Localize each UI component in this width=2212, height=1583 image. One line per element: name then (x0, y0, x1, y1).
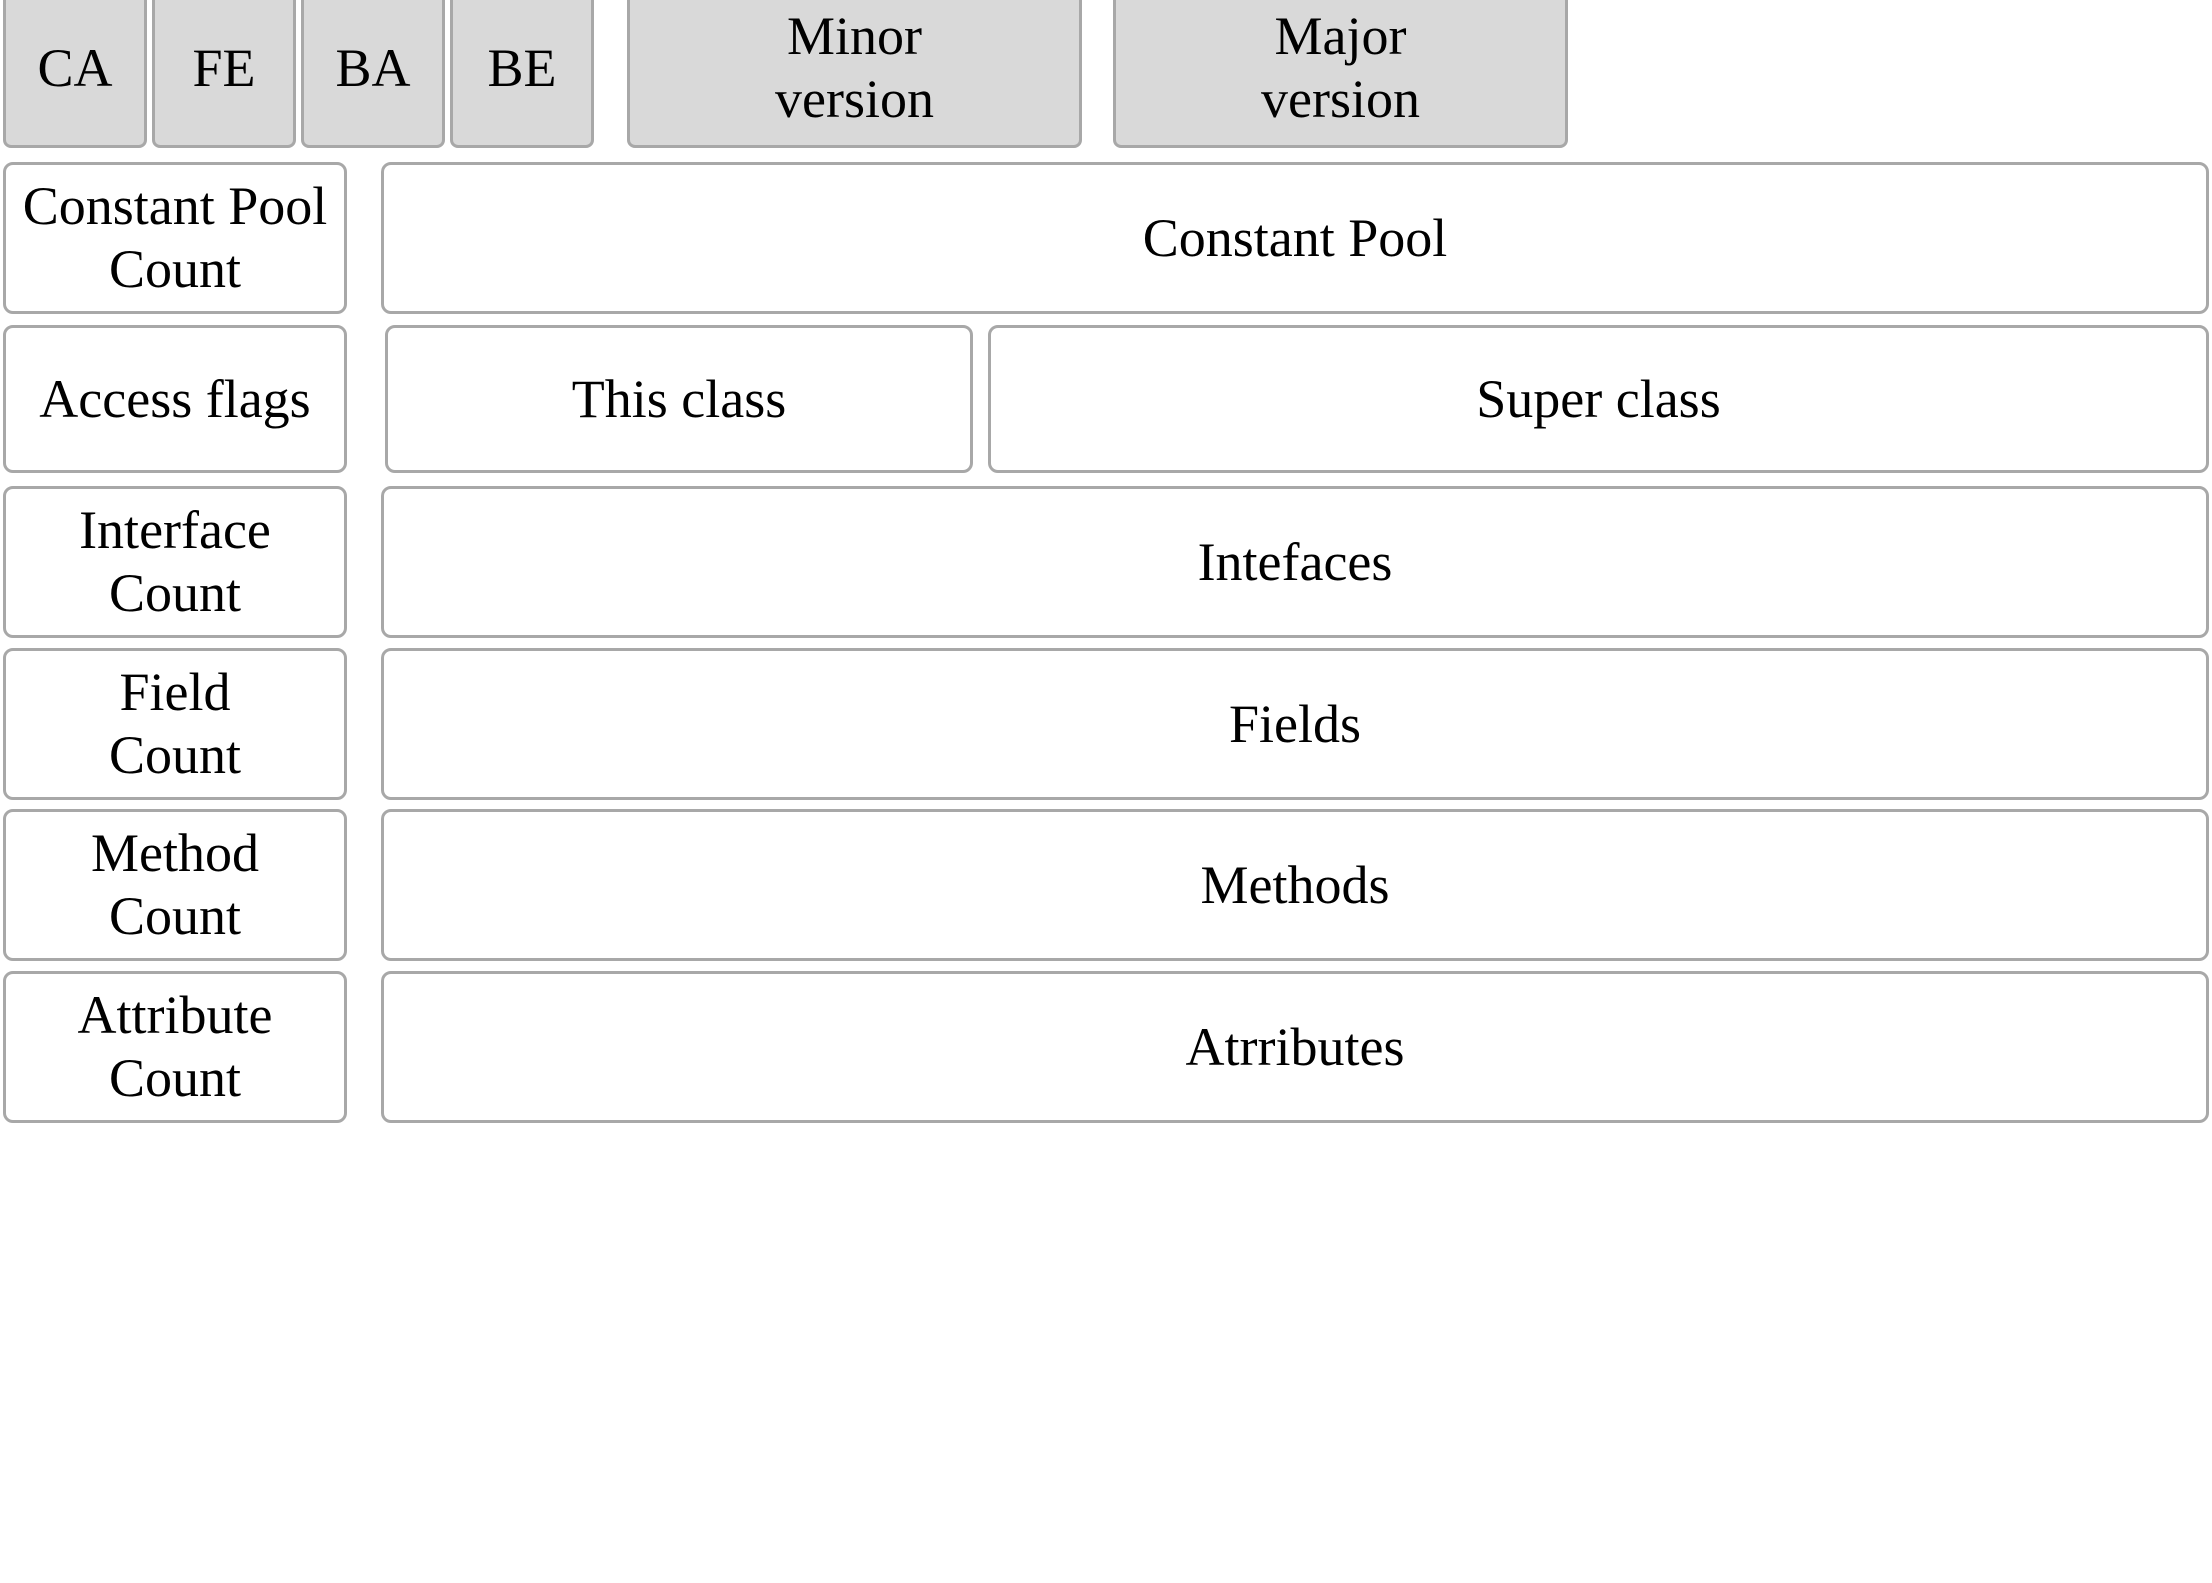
magic-byte-fe-box: FE (152, 0, 296, 148)
methods-box: Methods (381, 809, 2209, 961)
super-class-label: Super class (1476, 368, 1721, 429)
interface-count-box: Interface Count (3, 486, 347, 638)
major-version-box: Major version (1113, 0, 1568, 148)
method-count-label: Method Count (91, 823, 259, 946)
super-class-box: Super class (988, 325, 2209, 473)
constant-pool-box: Constant Pool (381, 162, 2209, 314)
major-version-label: Major version (1261, 6, 1420, 129)
magic-byte-ba-box: BA (301, 0, 445, 148)
magic-byte-ca-box: CA (3, 0, 147, 148)
field-count-label: Field Count (108, 662, 242, 785)
minor-version-label: Minor version (775, 6, 934, 129)
interfaces-box: Intefaces (381, 486, 2209, 638)
minor-version-box: Minor version (627, 0, 1082, 148)
magic-byte-be-box: BE (450, 0, 594, 148)
interface-count-label: Interface Count (79, 500, 271, 623)
magic-byte-be-label: BE (487, 37, 557, 98)
this-class-box: This class (385, 325, 973, 473)
constant-pool-count-box: Constant Pool Count (3, 162, 347, 314)
attributes-label: Atrributes (1185, 1016, 1405, 1077)
access-flags-label: Access flags (39, 368, 311, 429)
constant-pool-count-label: Constant Pool Count (22, 176, 328, 299)
magic-byte-ca-label: CA (37, 37, 113, 98)
interfaces-label: Intefaces (1197, 531, 1393, 592)
attribute-count-box: Attribute Count (3, 971, 347, 1123)
constant-pool-label: Constant Pool (1142, 207, 1448, 268)
access-flags-box: Access flags (3, 325, 347, 473)
field-count-box: Field Count (3, 648, 347, 800)
attributes-box: Atrributes (381, 971, 2209, 1123)
methods-label: Methods (1200, 854, 1390, 915)
magic-byte-fe-label: FE (192, 37, 256, 98)
magic-byte-ba-label: BA (335, 37, 411, 98)
fields-box: Fields (381, 648, 2209, 800)
method-count-box: Method Count (3, 809, 347, 961)
this-class-label: This class (571, 368, 787, 429)
attribute-count-label: Attribute Count (77, 985, 273, 1108)
fields-label: Fields (1228, 693, 1362, 754)
class-file-structure-diagram: CA FE BA BE Minor version Major version … (0, 0, 2212, 1583)
